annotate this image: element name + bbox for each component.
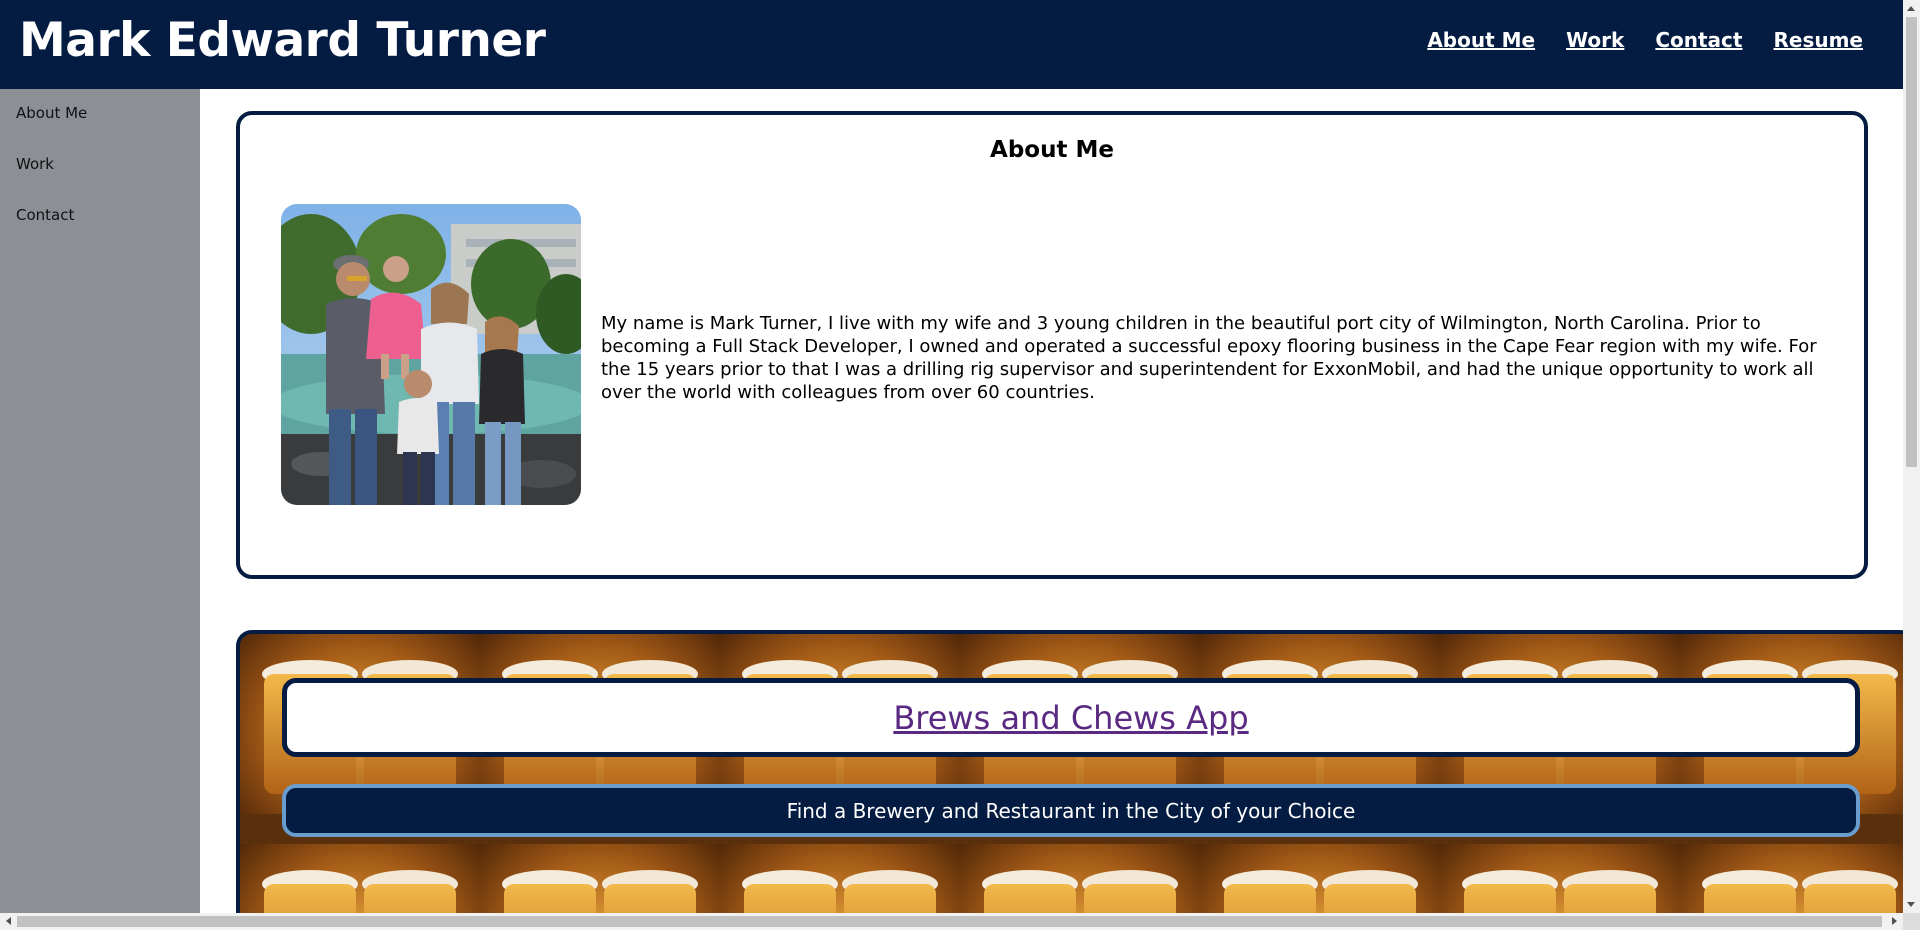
project-description: Find a Brewery and Restaurant in the Cit…	[786, 799, 1356, 823]
about-heading: About Me	[990, 137, 1114, 163]
scroll-left-arrow-icon[interactable]	[6, 917, 11, 925]
project-title-link[interactable]: Brews and Chews App	[893, 699, 1248, 737]
scrollbar-corner	[1903, 913, 1920, 930]
project-description-box: Find a Brewery and Restaurant in the Cit…	[282, 784, 1860, 837]
project-card-brews-and-chews: Brews and Chews App Find a Brewery and R…	[236, 630, 1903, 913]
scroll-down-arrow-icon[interactable]	[1907, 902, 1915, 907]
vertical-scroll-thumb[interactable]	[1906, 17, 1917, 467]
sidebar: About Me Work Contact	[0, 89, 200, 913]
top-nav: About Me Work Contact Resume	[1427, 28, 1863, 52]
sidebar-item-contact[interactable]: Contact	[16, 205, 200, 225]
family-photo-image	[281, 204, 581, 505]
horizontal-scrollbar[interactable]	[0, 913, 1903, 930]
scroll-up-arrow-icon[interactable]	[1907, 6, 1915, 11]
nav-link-contact[interactable]: Contact	[1655, 28, 1742, 52]
vertical-scrollbar[interactable]	[1903, 0, 1920, 913]
scroll-right-arrow-icon[interactable]	[1892, 917, 1897, 925]
nav-link-about-me[interactable]: About Me	[1427, 28, 1535, 52]
nav-link-resume[interactable]: Resume	[1773, 28, 1863, 52]
beer-mugs-pattern	[240, 634, 1903, 913]
main-content: About Me My name is Mark Turner, I live …	[200, 89, 1903, 913]
page-viewport: Mark Edward Turner About Me Work Contact…	[0, 0, 1903, 913]
sidebar-item-about-me[interactable]: About Me	[16, 103, 200, 123]
family-photo	[281, 204, 581, 505]
project-title-box: Brews and Chews App	[282, 678, 1860, 757]
horizontal-scroll-thumb[interactable]	[17, 916, 1882, 927]
about-text: My name is Mark Turner, I live with my w…	[601, 313, 1817, 403]
sidebar-list: About Me Work Contact	[0, 89, 200, 225]
top-header: Mark Edward Turner About Me Work Contact…	[0, 0, 1903, 89]
sidebar-item-work[interactable]: Work	[16, 154, 200, 174]
site-title: Mark Edward Turner	[19, 13, 546, 68]
about-section: About Me My name is Mark Turner, I live …	[236, 111, 1868, 579]
nav-link-work[interactable]: Work	[1566, 28, 1624, 52]
